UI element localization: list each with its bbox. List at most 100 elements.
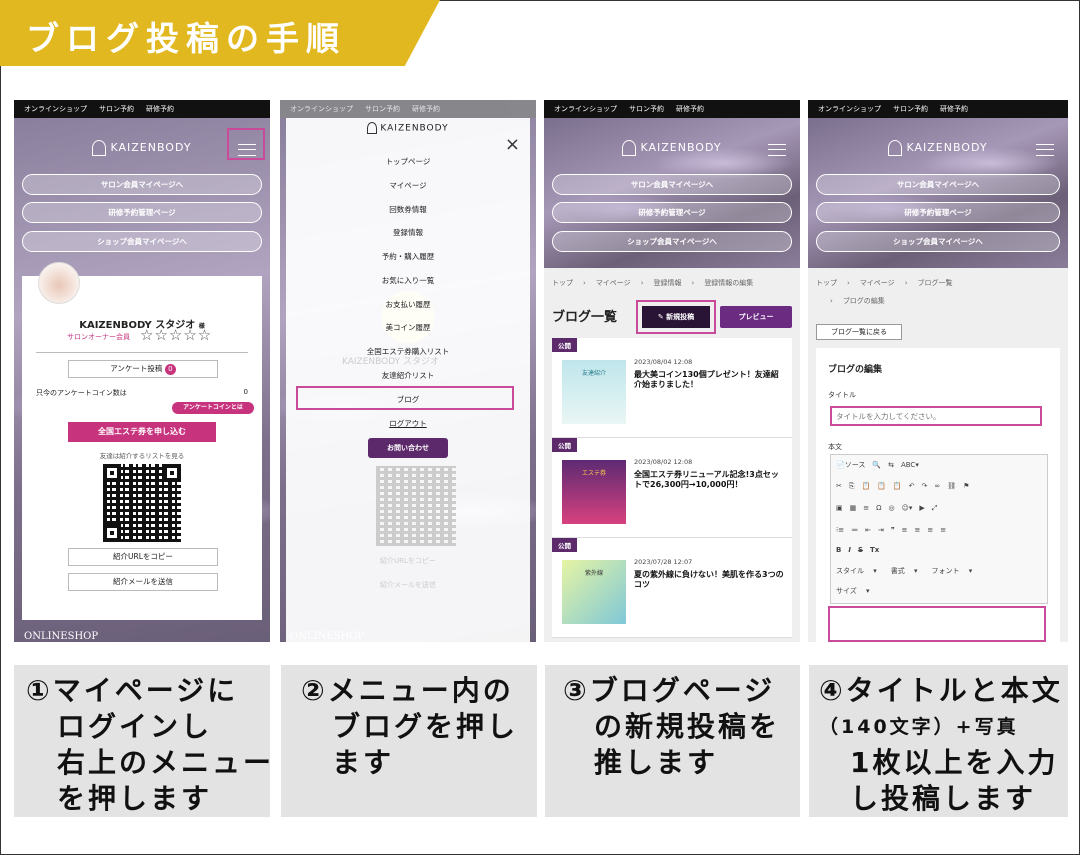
spellcheck-icon[interactable]: ABC▾ bbox=[901, 461, 919, 469]
friend-note[interactable]: 友達は紹介するリストを見る bbox=[22, 450, 262, 460]
crumb-mypage[interactable]: マイページ bbox=[860, 279, 895, 287]
nav-online-shop[interactable]: オンラインショップ bbox=[24, 105, 87, 113]
indent-icon[interactable]: ⇥ bbox=[878, 526, 884, 534]
body-textarea[interactable] bbox=[828, 606, 1046, 642]
crumb-mypage[interactable]: マイページ bbox=[596, 279, 631, 287]
close-icon[interactable]: × bbox=[505, 134, 520, 155]
menu-item-coins[interactable]: 美コイン履歴 bbox=[286, 322, 530, 333]
pill-shop-mypage[interactable]: ショップ会員マイページへ bbox=[816, 231, 1060, 252]
special-char-icon[interactable]: Ω bbox=[876, 504, 881, 512]
nav-online-shop[interactable]: オンラインショップ bbox=[818, 105, 881, 113]
pill-training[interactable]: 研修予約管理ページ bbox=[816, 202, 1060, 223]
nav-salon[interactable]: サロン予約 bbox=[365, 105, 400, 113]
title-input[interactable] bbox=[830, 406, 1042, 426]
menu-item-tickets[interactable]: 回数券情報 bbox=[286, 204, 530, 215]
nav-training[interactable]: 研修予約 bbox=[940, 105, 968, 113]
logo[interactable]: KAIZENBODY bbox=[808, 140, 1068, 156]
image-icon[interactable]: ▣ bbox=[836, 504, 843, 512]
align-right-icon[interactable]: ≡ bbox=[927, 526, 933, 534]
menu-item-registration[interactable]: 登録情報 bbox=[286, 227, 530, 238]
contact-button[interactable]: お問い合わせ bbox=[368, 438, 448, 458]
post-title[interactable]: 最大美コイン130個プレゼント！友達紹介始まりました！ bbox=[634, 370, 786, 390]
crumb-top[interactable]: トップ bbox=[816, 279, 837, 287]
post-title[interactable]: 夏の紫外線に負けない！美肌を作る3つのコツ bbox=[634, 570, 786, 590]
align-left-icon[interactable]: ≡ bbox=[902, 526, 908, 534]
menu-item-mypage[interactable]: マイページ bbox=[286, 180, 530, 191]
footer-onlineshop[interactable]: ONLINESHOP bbox=[290, 631, 364, 642]
hamburger-menu-icon[interactable] bbox=[1036, 144, 1054, 156]
crumb-blog-list[interactable]: ブログ一覧 bbox=[918, 279, 953, 287]
hamburger-menu-icon[interactable] bbox=[768, 144, 786, 156]
find-icon[interactable]: 🔍 bbox=[872, 461, 881, 469]
source-button[interactable]: 📄ソース bbox=[836, 461, 865, 469]
apply-ticket-button[interactable]: 全国エステ券を申し込む bbox=[68, 422, 216, 442]
iframe-icon[interactable]: ◎ bbox=[888, 504, 894, 512]
anchor-icon[interactable]: ⚑ bbox=[963, 482, 969, 490]
undo-icon[interactable]: ↶ bbox=[909, 482, 915, 490]
nav-training[interactable]: 研修予約 bbox=[146, 105, 174, 113]
menu-item-friends[interactable]: 友達紹介リスト bbox=[286, 370, 530, 381]
size-select[interactable]: サイズ ▾ bbox=[836, 587, 870, 595]
emoji-icon[interactable]: ☺▾ bbox=[902, 504, 913, 512]
blockquote-icon[interactable]: ❞ bbox=[891, 526, 895, 534]
paste-text-icon[interactable]: 📋 bbox=[877, 482, 886, 490]
hr-icon[interactable]: ≡ bbox=[863, 504, 869, 512]
table-icon[interactable]: ▦ bbox=[850, 504, 857, 512]
post-item-1[interactable]: 公開 友達紹介 2023/08/04 12:08 最大美コイン130個プレゼント… bbox=[552, 338, 792, 438]
numbered-list-icon[interactable]: ⁝≡ bbox=[836, 526, 844, 534]
replace-icon[interactable]: ⇆ bbox=[888, 461, 894, 469]
font-select[interactable]: フォント ▾ bbox=[932, 567, 973, 575]
style-select[interactable]: スタイル ▾ bbox=[836, 567, 877, 575]
nav-salon[interactable]: サロン予約 bbox=[99, 105, 134, 113]
post-item-3[interactable]: 公開 紫外線 2023/07/28 12:07 夏の紫外線に負けない！美肌を作る… bbox=[552, 538, 792, 638]
align-center-icon[interactable]: ≡ bbox=[915, 526, 921, 534]
copy-icon[interactable]: ⎘ bbox=[849, 482, 855, 490]
copy-url-button[interactable]: 紹介URLをコピー bbox=[68, 548, 218, 566]
nav-salon[interactable]: サロン予約 bbox=[629, 105, 664, 113]
survey-button[interactable]: アンケート投稿 0 bbox=[68, 360, 218, 378]
menu-item-top[interactable]: トップページ bbox=[286, 156, 530, 167]
youtube-icon[interactable]: ▶ bbox=[919, 504, 924, 512]
paste-icon[interactable]: 📋 bbox=[861, 482, 870, 490]
menu-logo[interactable]: KAIZENBODY bbox=[286, 122, 530, 134]
crumb-registration[interactable]: 登録情報 bbox=[654, 279, 682, 287]
unlink-icon[interactable]: ⛓ bbox=[947, 482, 956, 490]
menu-item-payments[interactable]: お支払い履歴 bbox=[286, 299, 530, 310]
align-justify-icon[interactable]: ≡ bbox=[940, 526, 946, 534]
pill-training[interactable]: 研修予約管理ページ bbox=[22, 202, 262, 223]
nav-training[interactable]: 研修予約 bbox=[676, 105, 704, 113]
nav-online-shop[interactable]: オンラインショップ bbox=[290, 105, 353, 113]
nav-salon[interactable]: サロン予約 bbox=[893, 105, 928, 113]
footer-onlineshop[interactable]: ONLINESHOP bbox=[24, 631, 98, 642]
cut-icon[interactable]: ✂ bbox=[836, 482, 842, 490]
format-select[interactable]: 書式 ▾ bbox=[891, 567, 918, 575]
pill-training[interactable]: 研修予約管理ページ bbox=[552, 202, 792, 223]
link-icon[interactable]: ∞ bbox=[934, 482, 940, 490]
preview-button[interactable]: プレビュー bbox=[720, 306, 792, 328]
logout-link[interactable]: ログアウト bbox=[286, 418, 530, 429]
bullet-list-icon[interactable]: ≔ bbox=[851, 526, 858, 534]
outdent-icon[interactable]: ⇤ bbox=[865, 526, 871, 534]
crumb-top[interactable]: トップ bbox=[552, 279, 573, 287]
back-to-list-button[interactable]: ブログ一覧に戻る bbox=[816, 324, 902, 340]
coin-about-button[interactable]: アンケートコインとは bbox=[172, 402, 254, 414]
nav-online-shop[interactable]: オンラインショップ bbox=[554, 105, 617, 113]
bold-icon[interactable]: B bbox=[836, 546, 841, 554]
italic-icon[interactable]: I bbox=[848, 546, 851, 554]
pill-salon-mypage[interactable]: サロン会員マイページへ bbox=[22, 174, 262, 195]
strike-icon[interactable]: S bbox=[858, 546, 863, 554]
pill-salon-mypage[interactable]: サロン会員マイページへ bbox=[552, 174, 792, 195]
paste-word-icon[interactable]: 📋 bbox=[893, 482, 902, 490]
nav-training[interactable]: 研修予約 bbox=[412, 105, 440, 113]
post-item-2[interactable]: 公開 エステ券 2023/08/02 12:08 全国エステ券リニューアル記念!… bbox=[552, 438, 792, 538]
logo[interactable]: KAIZENBODY bbox=[544, 140, 800, 156]
post-title[interactable]: 全国エステ券リニューアル記念!3点セットで26,300円→10,000円！ bbox=[634, 470, 786, 490]
pill-shop-mypage[interactable]: ショップ会員マイページへ bbox=[552, 231, 792, 252]
maximize-icon[interactable]: ⤢ bbox=[932, 504, 938, 512]
redo-icon[interactable]: ↷ bbox=[922, 482, 928, 490]
send-mail-button[interactable]: 紹介メールを送信 bbox=[68, 573, 218, 591]
menu-item-favorites[interactable]: お気に入り一覧 bbox=[286, 275, 530, 286]
pill-salon-mypage[interactable]: サロン会員マイページへ bbox=[816, 174, 1060, 195]
menu-item-history[interactable]: 予約・購入履歴 bbox=[286, 251, 530, 262]
menu-item-esthe-list[interactable]: 全国エステ券購入リスト bbox=[286, 346, 530, 357]
